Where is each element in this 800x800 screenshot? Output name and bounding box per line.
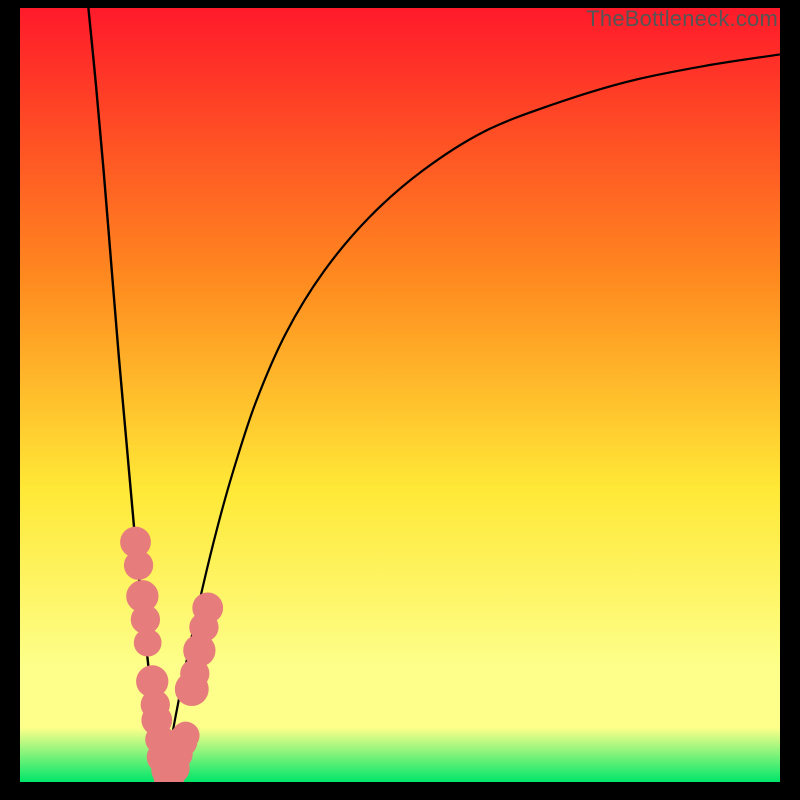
data-dot: [172, 722, 200, 750]
chart-svg: [20, 8, 780, 782]
data-dot: [124, 551, 153, 580]
data-dot: [134, 629, 162, 657]
gradient-bg: [20, 8, 780, 782]
chart-frame: TheBottleneck.com: [0, 0, 800, 800]
plot-area: [20, 8, 780, 782]
data-dot: [192, 592, 223, 623]
watermark-text: TheBottleneck.com: [586, 6, 778, 32]
